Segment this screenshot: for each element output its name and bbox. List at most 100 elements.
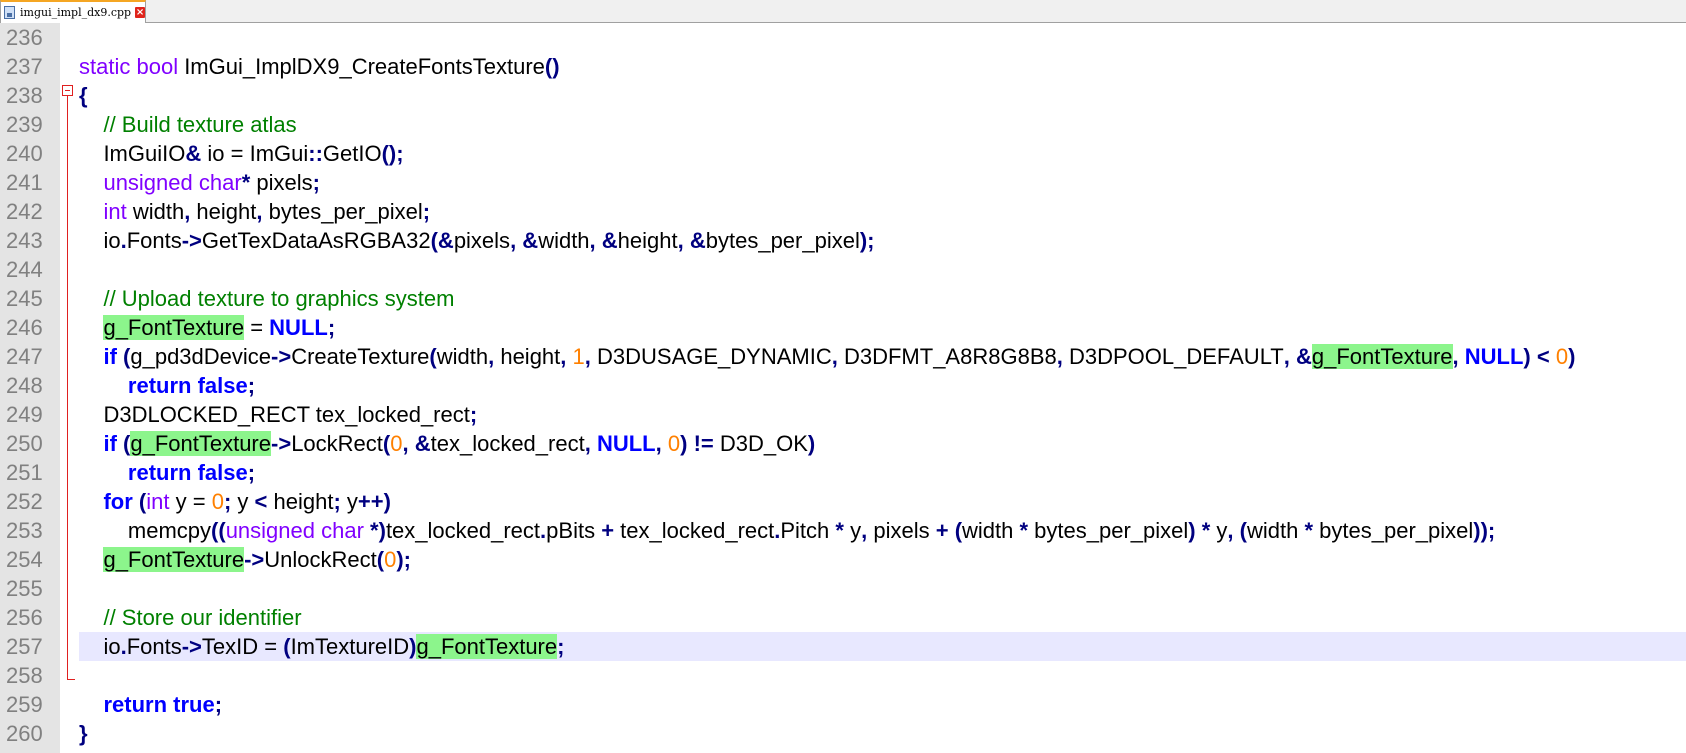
code-line[interactable]: 250 if (g_FontTexture->LockRect(0, &tex_… [0,429,1686,458]
file-tab-title: imgui_impl_dx9.cpp [20,6,132,19]
code-line[interactable]: 258 [0,661,1686,690]
code-token: ImTextureID [290,634,410,659]
code-token: LockRect [291,431,383,456]
code-token: tex_locked_rect [385,518,541,543]
code-line[interactable]: 260} [0,719,1686,748]
code-text[interactable]: io.Fonts->TexID = (ImTextureID)g_FontTex… [79,632,1686,661]
line-number: 239 [6,112,43,137]
code-line[interactable]: 249 D3DLOCKED_RECT tex_locked_rect; [0,400,1686,429]
code-token: 0 [390,431,403,456]
code-text[interactable]: static bool ImGui_ImplDX9_CreateFontsTex… [79,52,1686,81]
code-token: , & [677,228,706,253]
code-token: 0 [211,489,224,514]
code-text[interactable]: { [79,81,1686,110]
code-line[interactable]: 243 io.Fonts->GetTexDataAsRGBA32(&pixels… [0,226,1686,255]
code-line[interactable]: 237 static bool ImGui_ImplDX9_CreateFonts… [0,52,1686,81]
code-token: ) [1188,518,1196,543]
code-line[interactable]: 246 g_FontTexture = NULL; [0,313,1686,342]
code-text[interactable]: g_FontTexture->UnlockRect(0); [79,545,1686,574]
code-line[interactable]: 259 return true; [0,690,1686,719]
code-token: -> [181,634,202,659]
line-number: 255 [6,576,43,601]
code-text[interactable]: return true; [79,690,1686,719]
code-token: ; [247,460,256,485]
code-line[interactable]: 242 int width, height, bytes_per_pixel; [0,197,1686,226]
code-editor[interactable]: 236 237 static bool ImGui_ImplDX9_CreateFo… [0,23,1686,753]
code-line[interactable]: 256 // Store our identifier [0,603,1686,632]
code-token: D3DUSAGE_DYNAMIC [590,344,832,369]
code-token: D3DLOCKED_RECT tex_locked_rect [79,402,470,427]
line-number: 258 [6,663,43,688]
code-token: , & [402,431,431,456]
code-line[interactable]: 240 ImGuiIO& io = ImGui::GetIO(); [0,139,1686,168]
code-text[interactable] [79,23,1686,52]
code-line[interactable]: 254 g_FontTexture->UnlockRect(0); [0,545,1686,574]
line-number: 253 [6,518,43,543]
code-token: bytes_per_pixel [1313,518,1474,543]
code-line[interactable]: 245 // Upload texture to graphics system [0,284,1686,313]
code-line[interactable]: 253 memcpy((unsigned char *)tex_locked_r… [0,516,1686,545]
code-token: ); [396,547,411,572]
code-text[interactable]: if (g_FontTexture->LockRect(0, &tex_lock… [79,429,1686,458]
code-text[interactable]: ImGuiIO& io = ImGui::GetIO(); [79,139,1686,168]
code-text[interactable]: // Upload texture to graphics system [79,284,1686,313]
line-number: 245 [6,286,43,311]
code-line[interactable]: 241 unsigned char* pixels; [0,168,1686,197]
save-file-icon [4,6,15,19]
code-token: return [127,373,192,398]
code-text[interactable]: // Store our identifier [79,603,1686,632]
code-line[interactable]: 247 if (g_pd3dDevice->CreateTexture(widt… [0,342,1686,371]
code-text[interactable]: g_FontTexture = NULL; [79,313,1686,342]
code-token: char [198,170,242,195]
code-line[interactable]: 255 [0,574,1686,603]
code-text[interactable]: for (int y = 0; y < height; y++) [79,487,1686,516]
fold-end-marker [67,679,75,680]
code-token: width [1247,518,1305,543]
code-token: y [843,518,862,543]
code-text[interactable]: return false; [79,371,1686,400]
code-token: ; [327,315,336,340]
code-line[interactable]: 238 { [0,81,1686,110]
code-line[interactable]: 239 // Build texture atlas [0,110,1686,139]
code-token: -> [244,547,265,572]
line-number: 250 [6,431,43,456]
code-token: y [231,489,255,514]
code-text[interactable] [79,574,1686,603]
code-token: height [190,199,257,224]
line-number: 242 [6,199,43,224]
code-text[interactable]: int width, height, bytes_per_pixel; [79,197,1686,226]
code-text[interactable] [79,661,1686,690]
code-text[interactable]: } [79,719,1686,748]
code-token: = [230,141,244,166]
line-number: 248 [6,373,43,398]
code-token: (( [211,518,226,543]
code-text[interactable]: // Build texture atlas [79,110,1686,139]
code-text[interactable]: return false; [79,458,1686,487]
code-text[interactable]: io.Fonts->GetTexDataAsRGBA32(&pixels, &w… [79,226,1686,255]
close-tab-icon[interactable]: × [135,7,145,18]
fold-collapse-icon[interactable] [62,85,73,96]
code-token: pixels [867,518,936,543]
code-line[interactable]: 244 [0,255,1686,284]
code-line[interactable]: 252 for (int y = 0; y < height; y++) [0,487,1686,516]
code-token: & [185,141,202,166]
code-line[interactable]: 236 [0,23,1686,52]
code-text[interactable] [79,255,1686,284]
code-token: = [192,489,206,514]
code-text[interactable]: D3DLOCKED_RECT tex_locked_rect; [79,400,1686,429]
code-token: ( [954,518,963,543]
current-code-line[interactable]: 257 io.Fonts->TexID = (ImTextureID)g_Fon… [0,632,1686,661]
code-text[interactable]: unsigned char* pixels; [79,168,1686,197]
code-token: int [103,199,127,224]
code-text[interactable]: memcpy((unsigned char *)tex_locked_rect.… [79,516,1686,545]
code-text[interactable]: if (g_pd3dDevice->CreateTexture(width, h… [79,342,1686,371]
file-tab[interactable]: imgui_impl_dx9.cpp × [0,0,146,23]
code-line[interactable]: 248 return false; [0,371,1686,400]
code-line[interactable]: 251 return false; [0,458,1686,487]
